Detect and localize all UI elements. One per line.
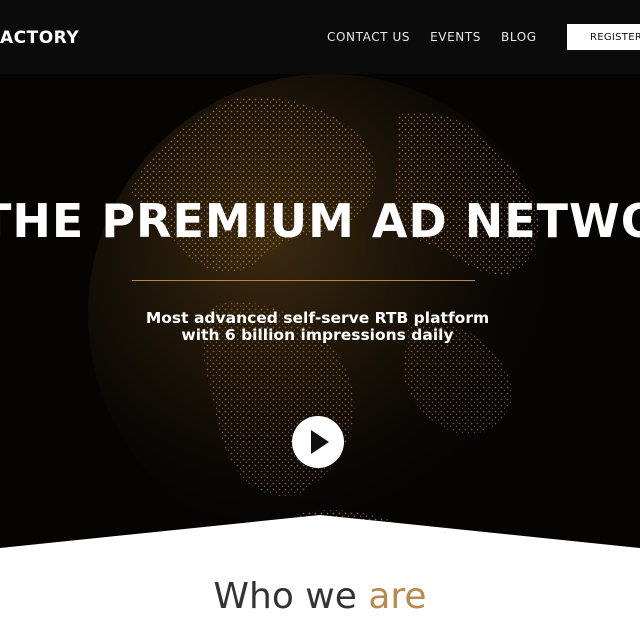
hero-section: THE PREMIUM AD NETWORK Most advanced sel… (0, 74, 640, 640)
main-nav: CONTACT US EVENTS BLOG (327, 30, 557, 44)
hero-subtitle-line-1: Most advanced self-serve RTB platform (145, 309, 490, 327)
nav-link-events[interactable]: EVENTS (430, 30, 481, 44)
play-icon (311, 430, 329, 454)
who-we-are-heading-accent: are (368, 576, 427, 617)
nav-link-contact-us[interactable]: CONTACT US (327, 30, 410, 44)
who-we-are-heading-text: Who we (213, 576, 369, 617)
play-video-button[interactable] (292, 416, 344, 468)
site-logo[interactable]: ACTORY (0, 28, 79, 48)
hero-subtitle-line-2: with 6 billion impressions daily (181, 326, 454, 344)
hero-subtitle: Most advanced self-serve RTB platform wi… (120, 310, 515, 344)
hero-title: THE PREMIUM AD NETWORK (0, 194, 640, 248)
nav-link-blog[interactable]: BLOG (501, 30, 537, 44)
hero-divider (132, 280, 475, 281)
who-we-are-heading: Who we are (0, 576, 640, 617)
register-button[interactable]: REGISTER N (567, 24, 640, 50)
site-header: ACTORY CONTACT US EVENTS BLOG REGISTER N (0, 0, 640, 74)
